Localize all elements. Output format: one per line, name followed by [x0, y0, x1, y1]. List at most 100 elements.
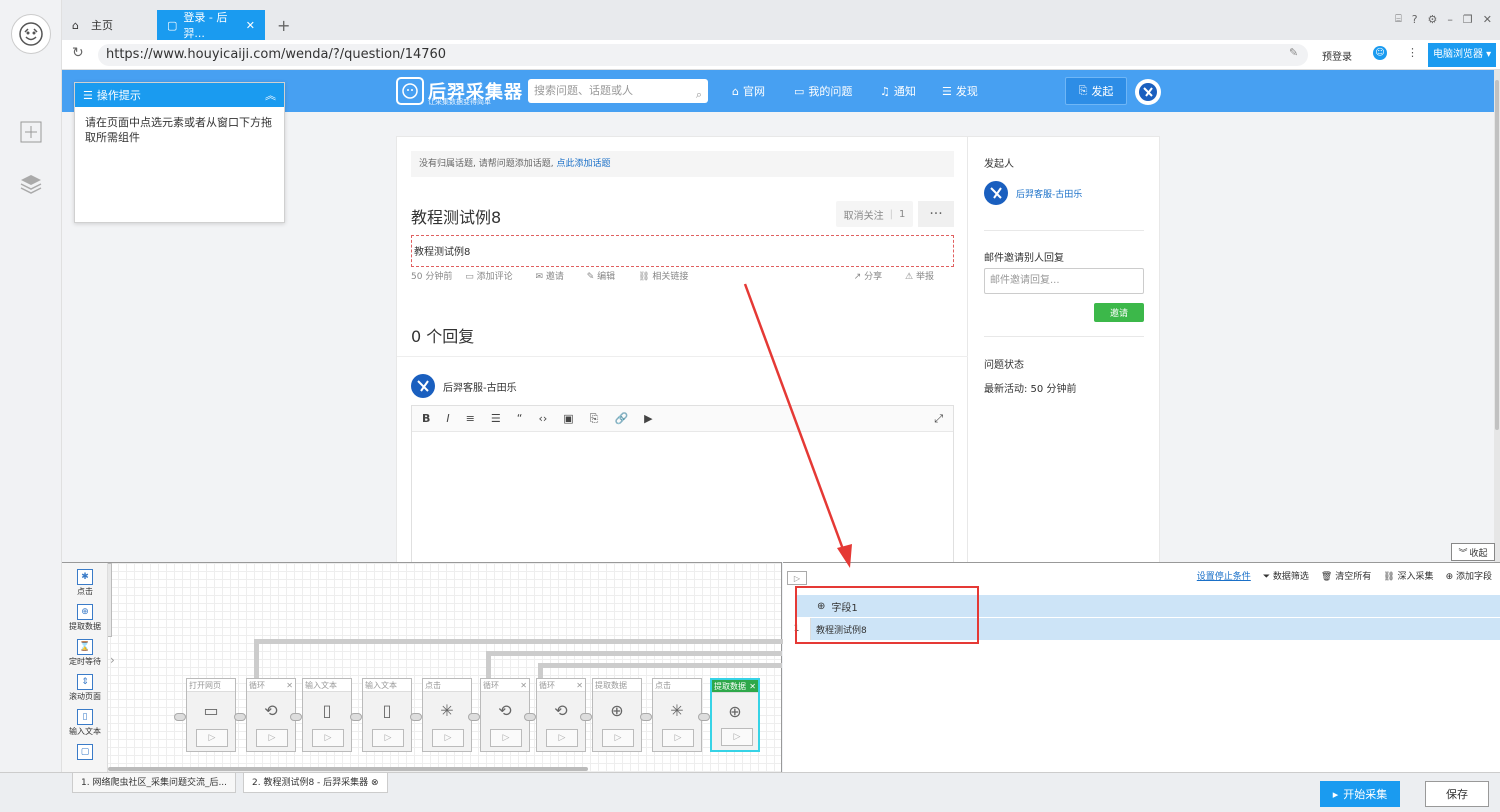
- meta-report[interactable]: ⚠ 举报: [905, 272, 944, 282]
- minimize-icon[interactable]: –: [1447, 13, 1453, 26]
- designer-scrollbar[interactable]: [108, 767, 588, 771]
- tool-wait[interactable]: ⌛ 定时等待: [64, 639, 106, 672]
- flow-node[interactable]: 循环 ✕ ⟲ ▷: [536, 678, 586, 752]
- invite-email-input[interactable]: 邮件邀请回复...: [984, 268, 1144, 294]
- new-tab-button[interactable]: +: [267, 10, 300, 40]
- close-icon[interactable]: ✕: [576, 679, 583, 691]
- tool-scroll[interactable]: ⇕ 滚动页面: [64, 674, 106, 707]
- nav-notify[interactable]: ♫ 通知: [880, 83, 916, 99]
- flow-node[interactable]: 提取数据 ⊕ ▷: [592, 678, 642, 752]
- flow-node[interactable]: 提取数据 ✕ ⊕ ▷: [710, 678, 760, 752]
- add-topic-link[interactable]: 点此添加话题: [556, 159, 610, 169]
- account-icon[interactable]: ☺: [1373, 46, 1387, 60]
- search-icon[interactable]: ⌕: [696, 83, 702, 107]
- flow-node[interactable]: 循环 ✕ ⟲ ▷: [480, 678, 530, 752]
- app-logo-icon[interactable]: [11, 14, 51, 54]
- image-icon[interactable]: ▣: [563, 412, 573, 425]
- tool-click[interactable]: ✱ 点击: [64, 569, 106, 602]
- initiator-name[interactable]: 后羿客服-古田乐: [1016, 187, 1082, 200]
- unfollow-button[interactable]: 取消关注 | 1: [836, 201, 913, 227]
- close-icon[interactable]: ✕: [520, 679, 527, 691]
- browser-mode-select[interactable]: 电脑浏览器 ▾: [1428, 43, 1496, 67]
- tool-extract[interactable]: ⊕ 提取数据: [64, 604, 106, 637]
- layers-icon[interactable]: [19, 172, 43, 196]
- filter-button[interactable]: ⏷ 数据筛选: [1263, 569, 1309, 582]
- settings-icon[interactable]: ⚙: [1428, 13, 1438, 26]
- close-icon[interactable]: ✕: [286, 679, 293, 691]
- play-icon[interactable]: ▷: [662, 729, 694, 747]
- initiator[interactable]: 后羿客服-古田乐: [984, 181, 1082, 205]
- bold-icon[interactable]: B: [422, 412, 430, 425]
- play-icon[interactable]: ▷: [546, 729, 578, 747]
- nav-my-questions[interactable]: ▭ 我的问题: [794, 83, 852, 99]
- add-task-icon[interactable]: [19, 120, 43, 144]
- deep-collect-button[interactable]: ⛓ 深入采集: [1383, 569, 1433, 582]
- meta-edit[interactable]: ✎ 编辑: [587, 272, 625, 282]
- quote-icon[interactable]: “: [517, 412, 523, 425]
- menu-icon[interactable]: ⋮: [1407, 46, 1418, 59]
- restore-icon[interactable]: ❐: [1463, 13, 1473, 26]
- page-scrollbar[interactable]: [1494, 70, 1500, 562]
- reload-icon[interactable]: ↻: [72, 45, 84, 61]
- add-field-button[interactable]: ⊕ 添加字段: [1446, 569, 1492, 582]
- pre-login-button[interactable]: 预登录: [1322, 48, 1352, 63]
- flow-node[interactable]: 点击 ✳ ▷: [652, 678, 702, 752]
- play-icon[interactable]: ▷: [787, 571, 807, 585]
- invite-button[interactable]: 邀请: [1094, 303, 1144, 322]
- flow-node[interactable]: 循环 ✕ ⟲ ▷: [246, 678, 296, 752]
- nav-discover[interactable]: ☰ 发现: [942, 83, 978, 99]
- code-icon[interactable]: ‹›: [538, 412, 547, 425]
- reply-editor[interactable]: B I ≡ ☰ “ ‹› ▣ ⎘ 🔗 ▶ ⤢: [411, 405, 954, 562]
- close-icon[interactable]: ✕: [1483, 13, 1492, 26]
- flow-node[interactable]: 输入文本 ▯ ▷: [362, 678, 412, 752]
- save-button[interactable]: 保存: [1425, 781, 1489, 807]
- meta-comment[interactable]: ▭ 添加评论: [465, 272, 522, 282]
- tool-input[interactable]: ▯ 输入文本: [64, 709, 106, 742]
- gift-icon[interactable]: ⌸: [1395, 12, 1402, 26]
- close-icon[interactable]: ✕: [749, 680, 756, 692]
- unordered-list-icon[interactable]: ☰: [491, 412, 501, 425]
- flow-node[interactable]: 点击 ✳ ▷: [422, 678, 472, 752]
- task-tab-1[interactable]: 1. 网络爬虫社区_采集问题交流_后...: [72, 773, 237, 793]
- play-icon[interactable]: ▷: [432, 729, 464, 747]
- meta-invite[interactable]: ✉ 邀请: [535, 272, 573, 282]
- clear-button[interactable]: 🗑 清空所有: [1321, 569, 1371, 582]
- flow-node[interactable]: 打开网页 ▭ ▷: [186, 678, 236, 752]
- flow-node[interactable]: 输入文本 ▯ ▷: [302, 678, 352, 752]
- video-icon[interactable]: ▶: [644, 412, 652, 425]
- play-icon[interactable]: ▷: [256, 729, 288, 747]
- attachment-icon[interactable]: ⎘: [590, 412, 599, 426]
- user-avatar[interactable]: [1135, 79, 1161, 105]
- fullscreen-icon[interactable]: ⤢: [934, 412, 943, 426]
- play-icon[interactable]: ▷: [490, 729, 522, 747]
- chevron-right-icon[interactable]: ›: [110, 653, 115, 667]
- meta-share[interactable]: ↗ 分享: [854, 272, 892, 282]
- question-body[interactable]: 教程测试例8: [411, 235, 954, 267]
- start-collect-button[interactable]: ▸ 开始采集: [1320, 781, 1400, 807]
- site-logo[interactable]: 后羿采集器 让采集数据变得简单: [396, 77, 523, 106]
- close-tab-icon[interactable]: ✕: [246, 19, 255, 32]
- help-icon[interactable]: ?: [1412, 13, 1418, 26]
- task-tab-2[interactable]: 2. 教程测试例8 - 后羿采集器 ⊗: [243, 773, 388, 793]
- tab-home[interactable]: ⌂ 主页: [62, 10, 157, 40]
- play-icon[interactable]: ▷: [602, 729, 634, 747]
- ordered-list-icon[interactable]: ≡: [466, 412, 475, 425]
- chevron-up-icon[interactable]: ︽: [265, 87, 276, 103]
- site-search-input[interactable]: 搜索问题、话题或人 ⌕: [528, 79, 708, 103]
- tab-login[interactable]: ▢ 登录 - 后羿... ✕: [157, 10, 265, 40]
- meta-related[interactable]: ⛓ 相关链接: [638, 272, 698, 282]
- play-icon[interactable]: ▷: [721, 728, 753, 746]
- link-icon[interactable]: 🔗: [614, 412, 628, 425]
- play-icon[interactable]: ▷: [372, 729, 404, 747]
- edit-url-icon[interactable]: ✎: [1289, 46, 1298, 59]
- italic-icon[interactable]: I: [446, 412, 449, 425]
- tips-header[interactable]: ☰ 操作提示 ︽: [75, 83, 284, 107]
- publish-button[interactable]: ⎘ 发起: [1065, 77, 1127, 105]
- play-icon[interactable]: ▷: [312, 729, 344, 747]
- url-field[interactable]: https://www.houyicaiji.com/wenda/?/quest…: [98, 44, 1308, 66]
- stop-condition-link[interactable]: 设置停止条件: [1197, 569, 1251, 582]
- nav-official[interactable]: ⌂ 官网: [732, 83, 765, 99]
- more-button[interactable]: ···: [918, 201, 954, 227]
- collapse-button[interactable]: ︾ 收起: [1451, 543, 1495, 561]
- play-icon[interactable]: ▷: [196, 729, 228, 747]
